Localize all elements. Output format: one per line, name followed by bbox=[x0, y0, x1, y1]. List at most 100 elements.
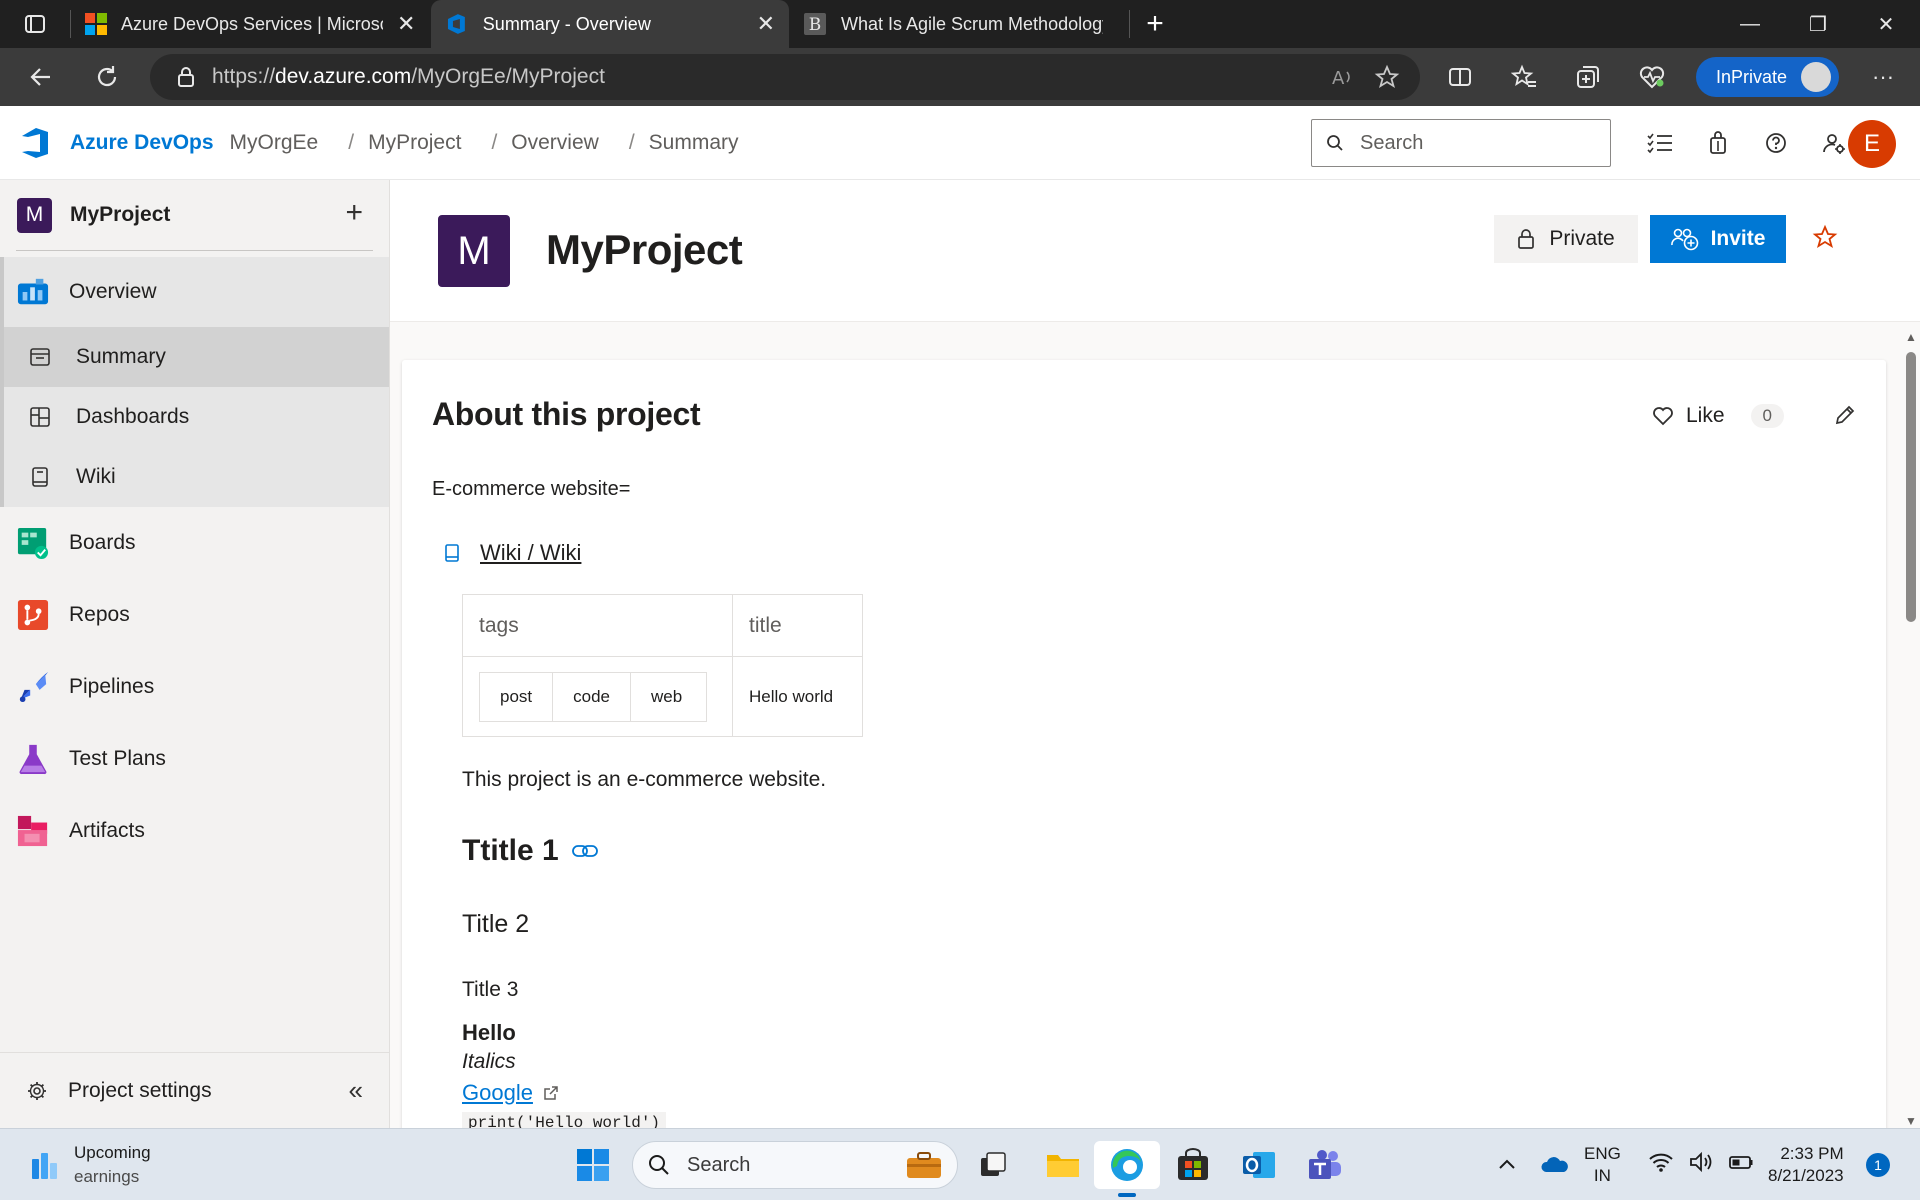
project-settings-link[interactable]: Project settings « bbox=[0, 1052, 389, 1128]
sidebar-project-header[interactable]: M MyProject + bbox=[0, 180, 389, 250]
weather-widget[interactable]: Upcoming earnings bbox=[28, 1141, 151, 1189]
sidebar-item-summary[interactable]: Summary bbox=[4, 327, 389, 387]
minimize-button[interactable]: — bbox=[1716, 0, 1784, 48]
heading-2: Title 2 bbox=[462, 910, 530, 938]
weather-subtitle: earnings bbox=[74, 1167, 140, 1186]
browser-tab-summary[interactable]: Summary - Overview ✕ bbox=[431, 0, 789, 48]
address-bar[interactable]: https://dev.azure.com/MyOrgEe/MyProject … bbox=[150, 54, 1420, 100]
scroll-thumb[interactable] bbox=[1906, 352, 1916, 622]
edge-button[interactable] bbox=[1094, 1141, 1160, 1189]
new-tab-button[interactable]: + bbox=[1130, 0, 1180, 48]
favorite-project-star-icon[interactable] bbox=[1812, 224, 1838, 250]
main-scrollbar[interactable]: ▲ ▼ bbox=[1900, 330, 1920, 1128]
edit-pencil-icon[interactable] bbox=[1834, 404, 1856, 426]
restore-button[interactable]: ❐ bbox=[1784, 0, 1852, 48]
sidebar-item-repos[interactable]: Repos bbox=[0, 579, 389, 651]
svg-text:A: A bbox=[1332, 68, 1345, 89]
teams-button[interactable] bbox=[1292, 1141, 1358, 1189]
start-button[interactable] bbox=[560, 1141, 626, 1189]
heart-pulse-icon bbox=[1639, 66, 1665, 89]
back-button[interactable] bbox=[8, 48, 74, 106]
favorites-button[interactable] bbox=[1504, 57, 1544, 97]
marketplace-button[interactable] bbox=[1698, 123, 1738, 163]
boards-icon bbox=[17, 527, 49, 559]
clock-date: 8/21/2023 bbox=[1768, 1166, 1844, 1185]
google-link[interactable]: Google bbox=[462, 1080, 533, 1106]
sidebar-item-wiki[interactable]: Wiki bbox=[4, 447, 389, 507]
read-aloud-icon[interactable]: A bbox=[1330, 64, 1356, 90]
close-tab-icon[interactable]: ✕ bbox=[397, 13, 415, 35]
tray-status-icons[interactable] bbox=[1648, 1151, 1754, 1173]
sidebar-item-artifacts[interactable]: Artifacts bbox=[0, 795, 389, 867]
system-clock[interactable]: 2:33 PM 8/21/2023 bbox=[1768, 1143, 1844, 1187]
scroll-up-icon[interactable]: ▲ bbox=[1905, 330, 1917, 344]
help-button[interactable] bbox=[1756, 123, 1796, 163]
briefcase-icon bbox=[907, 1152, 941, 1178]
ado-search-input[interactable]: Search bbox=[1311, 119, 1611, 167]
breadcrumb-summary[interactable]: Summary bbox=[649, 131, 739, 155]
split-screen-button[interactable] bbox=[1440, 57, 1480, 97]
sidebar-item-pipelines[interactable]: Pipelines bbox=[0, 651, 389, 723]
like-count-badge: 0 bbox=[1750, 404, 1784, 428]
close-tab-icon[interactable]: ✕ bbox=[757, 13, 775, 35]
collections-button[interactable] bbox=[1568, 57, 1608, 97]
collapse-sidebar-icon[interactable]: « bbox=[349, 1075, 363, 1106]
link-icon[interactable] bbox=[571, 842, 599, 860]
sidebar-item-dashboards[interactable]: Dashboards bbox=[4, 387, 389, 447]
sidebar-item-boards[interactable]: Boards bbox=[0, 507, 389, 579]
brand-link[interactable]: Azure DevOps bbox=[70, 131, 214, 155]
language-indicator[interactable]: ENG IN bbox=[1584, 1143, 1621, 1187]
summary-icon bbox=[24, 341, 56, 373]
work-items-button[interactable] bbox=[1640, 123, 1680, 163]
sidebar-item-overview[interactable]: Overview bbox=[4, 257, 389, 327]
browser-tab-azure[interactable]: Azure DevOps Services | Microsoft Azure … bbox=[71, 0, 431, 48]
profile-avatar-icon bbox=[1801, 62, 1832, 92]
sidebar-item-label: Boards bbox=[69, 531, 136, 554]
browser-tab-agile[interactable]: B What Is Agile Scrum Methodology bbox=[789, 0, 1129, 48]
google-link-row: Google bbox=[462, 1080, 559, 1106]
refresh-button[interactable] bbox=[74, 48, 140, 106]
dashboards-icon bbox=[24, 401, 56, 433]
breadcrumb-org[interactable]: MyOrgEe bbox=[230, 131, 319, 155]
store-button[interactable] bbox=[1160, 1141, 1226, 1189]
like-button[interactable]: Like 0 bbox=[1652, 404, 1784, 428]
wiki-metadata-table: tags title post code web Hello world bbox=[462, 594, 863, 737]
chevron-up-icon[interactable] bbox=[1496, 1154, 1518, 1176]
outlook-button[interactable] bbox=[1226, 1141, 1292, 1189]
invite-button[interactable]: Invite bbox=[1650, 215, 1786, 263]
taskbar-search[interactable]: Search bbox=[632, 1141, 958, 1189]
onedrive-icon[interactable] bbox=[1540, 1154, 1570, 1176]
azure-devops-logo-icon[interactable] bbox=[18, 125, 54, 161]
help-icon bbox=[1766, 133, 1786, 153]
more-options-button[interactable]: ··· bbox=[1863, 57, 1903, 97]
project-description: E-commerce website= bbox=[432, 478, 631, 500]
user-avatar[interactable]: E bbox=[1848, 120, 1896, 168]
battery-icon bbox=[1729, 1156, 1753, 1169]
sidebar-item-label: Dashboards bbox=[76, 405, 190, 428]
sidebar-item-test-plans[interactable]: Test Plans bbox=[0, 723, 389, 795]
task-view-button[interactable] bbox=[960, 1141, 1026, 1189]
breadcrumb-overview[interactable]: Overview bbox=[511, 131, 599, 155]
browser-essentials-button[interactable] bbox=[1632, 57, 1672, 97]
wiki-link[interactable]: Wiki / Wiki bbox=[480, 540, 581, 566]
repos-icon bbox=[17, 599, 49, 631]
ado-header: Azure DevOps MyOrgEe / MyProject / Overv… bbox=[0, 106, 1920, 180]
file-explorer-button[interactable] bbox=[1030, 1141, 1096, 1189]
windows-logo-icon bbox=[577, 1149, 609, 1181]
pipelines-icon bbox=[17, 671, 49, 703]
scroll-down-icon[interactable]: ▼ bbox=[1905, 1114, 1917, 1128]
favorite-star-icon[interactable] bbox=[1374, 64, 1400, 90]
breadcrumb-project[interactable]: MyProject bbox=[368, 131, 461, 155]
bold-text: Hello bbox=[462, 1020, 516, 1045]
microsoft-logo-icon bbox=[85, 13, 107, 35]
close-window-button[interactable]: ✕ bbox=[1852, 0, 1920, 48]
private-button[interactable]: Private bbox=[1494, 215, 1638, 263]
add-icon[interactable]: + bbox=[345, 196, 363, 230]
refresh-icon bbox=[97, 66, 117, 87]
project-avatar: M bbox=[17, 197, 52, 233]
favorites-icon bbox=[1511, 64, 1536, 87]
notification-badge[interactable]: 1 bbox=[1866, 1153, 1890, 1177]
active-app-indicator bbox=[1118, 1193, 1136, 1197]
inprivate-button[interactable]: InPrivate bbox=[1696, 57, 1840, 97]
tab-actions-button[interactable] bbox=[0, 0, 70, 48]
